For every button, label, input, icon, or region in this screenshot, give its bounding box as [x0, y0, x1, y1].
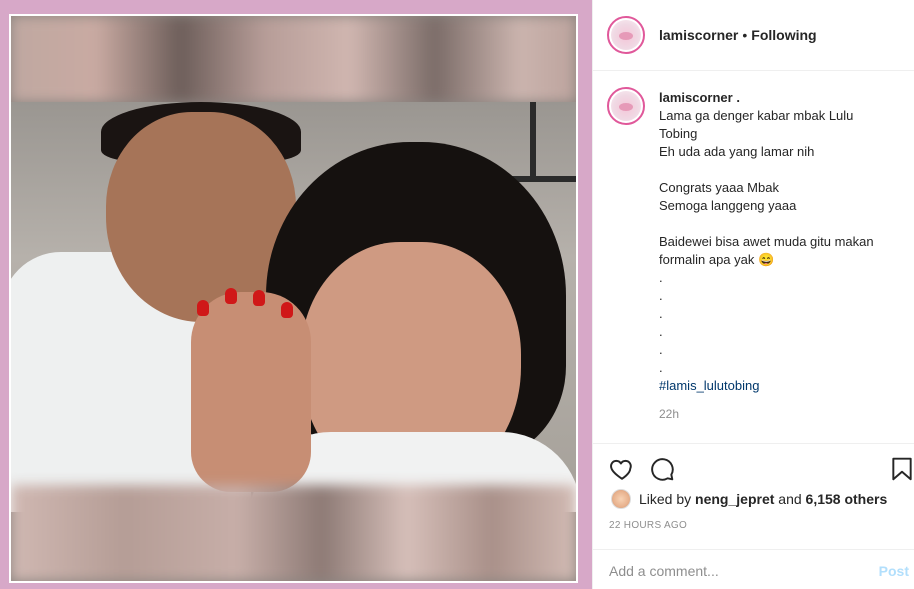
- header-username[interactable]: lamiscorner: [659, 27, 738, 43]
- liker-avatar[interactable]: [611, 489, 631, 509]
- couple-selfie: [11, 102, 576, 512]
- caption-line: .: [659, 324, 663, 339]
- caption-body: lamiscorner . Lama ga denger kabar mbak …: [659, 87, 889, 443]
- action-bar: [593, 443, 914, 491]
- caption-area: lamiscorner . Lama ga denger kabar mbak …: [593, 71, 914, 443]
- avatar-image: [611, 91, 641, 121]
- following-button[interactable]: Following: [751, 27, 816, 43]
- caption-line: .: [659, 342, 663, 357]
- caption-line: Congrats yaaa Mbak: [659, 180, 779, 195]
- heart-icon[interactable]: [609, 456, 635, 482]
- post-header: lamiscorner • Following: [593, 0, 914, 71]
- caption-line: Baidewei bisa awet muda gitu makan: [659, 234, 874, 249]
- caption-line: Eh uda ada yang lamar nih: [659, 144, 815, 159]
- nail: [197, 300, 209, 316]
- avatar[interactable]: [607, 16, 645, 54]
- likes-conjunction: and: [778, 491, 802, 507]
- comment-bar: Post: [593, 549, 914, 589]
- caption-time[interactable]: 22h: [659, 407, 889, 421]
- post-comment-button[interactable]: Post: [879, 563, 909, 579]
- caption-line: Lama ga denger kabar mbak Lulu: [659, 108, 854, 123]
- caption-line: Tobing: [659, 126, 698, 141]
- caption-line: Semoga langgeng yaaa: [659, 198, 797, 213]
- bookmark-icon[interactable]: [889, 456, 914, 482]
- caption-line: .: [659, 360, 663, 375]
- likes-others-count[interactable]: 6,158 others: [806, 491, 888, 507]
- post-image-frame: [0, 0, 592, 589]
- likes-row: Liked by neng_jepret and 6,158 others: [611, 489, 887, 509]
- nail: [253, 290, 265, 306]
- post-details-panel: lamiscorner • Following lamiscorner . La…: [592, 0, 914, 589]
- blurred-bottom-band: [11, 485, 576, 581]
- post-photo[interactable]: [11, 16, 576, 581]
- separator: •: [742, 27, 748, 43]
- likes-text: Liked by neng_jepret and 6,158 others: [639, 491, 887, 507]
- caption-line: [659, 161, 889, 179]
- nail: [281, 302, 293, 318]
- likes-prefix: Liked by: [639, 491, 692, 507]
- comment-icon[interactable]: [649, 456, 675, 482]
- liker-username[interactable]: neng_jepret: [695, 491, 774, 507]
- caption-avatar[interactable]: [607, 87, 645, 125]
- hashtag-link[interactable]: #lamis_lulutobing: [659, 377, 889, 395]
- blurred-top-band: [11, 16, 576, 102]
- post-image-border: [9, 14, 578, 583]
- caption-line: [659, 215, 889, 233]
- comment-input[interactable]: [609, 563, 859, 579]
- ring-hand: [191, 288, 311, 492]
- caption-line: .: [659, 306, 663, 321]
- caption-line: formalin apa yak 😄: [659, 252, 775, 267]
- nail: [225, 288, 237, 304]
- caption-line: .: [659, 288, 663, 303]
- caption-line: .: [659, 270, 663, 285]
- post-timestamp[interactable]: 22 HOURS AGO: [609, 520, 687, 531]
- avatar-image: [611, 20, 641, 50]
- caption-username[interactable]: lamiscorner .: [659, 90, 740, 105]
